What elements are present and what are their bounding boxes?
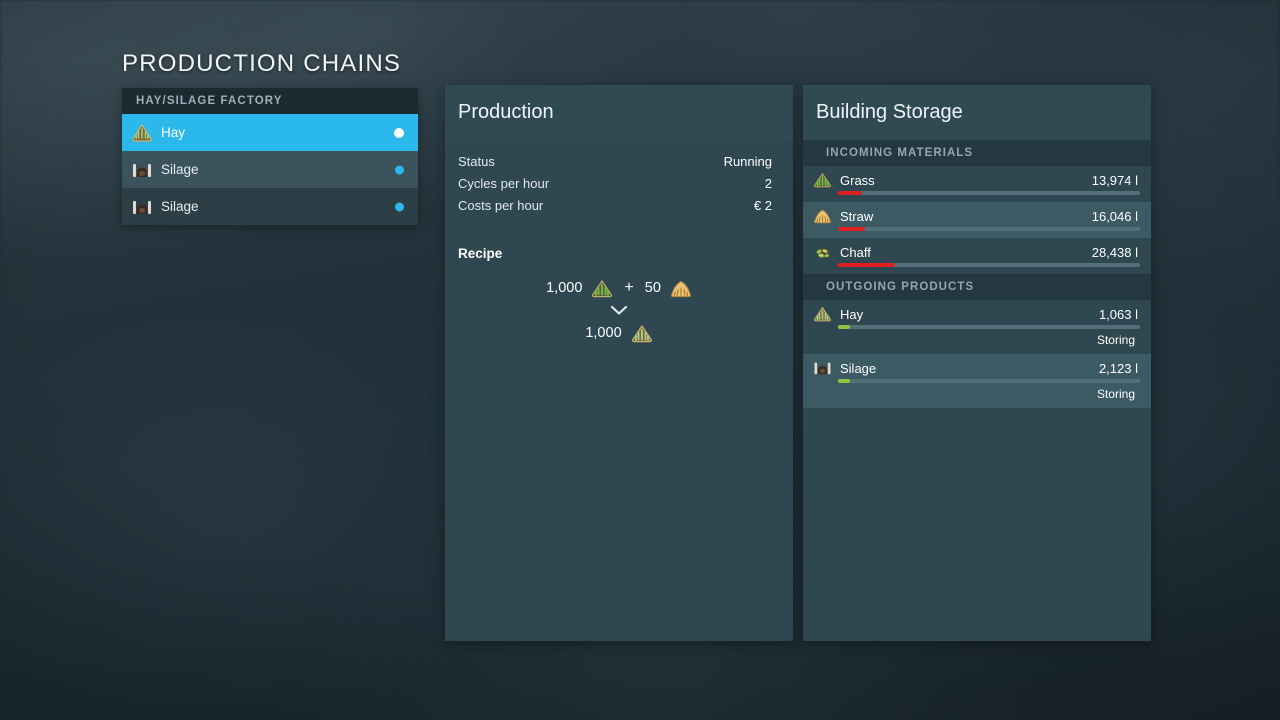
storage-row-name: Silage: [840, 360, 877, 376]
chain-list-item-label: Hay: [161, 125, 186, 140]
stat-row-costs-per-hour: Costs per hour € 2: [458, 194, 772, 216]
silage-icon: [813, 360, 832, 376]
status-dot: [394, 127, 404, 138]
chain-list-header: HAY/SILAGE FACTORY: [122, 88, 418, 114]
storage-row-value: 1,063 l: [1098, 306, 1138, 322]
status-dot: [395, 165, 404, 174]
production-chain-list: HAY/SILAGE FACTORY Hay Silage Silage: [122, 88, 418, 225]
grass-icon: [591, 279, 613, 298]
recipe-outputs: 1,000: [445, 320, 793, 346]
page-title: PRODUCTION CHAINS: [122, 50, 402, 77]
recipe-input-amount: 50: [644, 280, 661, 296]
chaff-icon: [813, 244, 832, 260]
hay-icon: [132, 123, 152, 142]
storage-row-chaff[interactable]: Chaff 28,438 l: [803, 238, 1151, 274]
storage-fill-bar: [838, 263, 1140, 267]
storage-row-status: Storing: [1096, 333, 1135, 347]
storage-fill-level: [838, 379, 851, 383]
storage-fill-level: [838, 227, 866, 231]
stat-label: Cycles per hour: [458, 175, 550, 191]
storage-row-hay[interactable]: Hay 1,063 l Storing: [803, 300, 1151, 354]
hay-icon: [813, 306, 832, 322]
storage-fill-level: [838, 263, 896, 267]
section-header-incoming-materials: INCOMING MATERIALS: [803, 140, 1151, 166]
storage-row-value: 16,046 l: [1091, 208, 1138, 224]
storage-fill-bar: [838, 325, 1140, 329]
straw-icon: [813, 208, 832, 224]
chevron-down-icon: [445, 305, 793, 316]
recipe-inputs: 1,000 + 50: [445, 275, 793, 301]
chain-list-item-hay[interactable]: Hay: [122, 114, 418, 151]
storage-panel-title: Building Storage: [803, 85, 1151, 140]
straw-icon: [670, 279, 692, 298]
storage-row-silage[interactable]: Silage 2,123 l Storing: [803, 354, 1151, 408]
stat-label: Status: [458, 153, 495, 169]
stat-row-status: Status Running: [458, 150, 772, 172]
chain-list-item-label: Silage: [161, 162, 199, 177]
stat-value: € 2: [753, 197, 772, 213]
storage-row-status: Storing: [1096, 387, 1135, 401]
storage-row-name: Grass: [840, 172, 875, 188]
recipe-plus-sign: +: [624, 279, 634, 296]
storage-row-straw[interactable]: Straw 16,046 l: [803, 202, 1151, 238]
storage-fill-level: [838, 191, 863, 195]
recipe-input-amount: 1,000: [546, 280, 583, 296]
production-panel-title: Production: [445, 85, 793, 140]
chain-list-item-silage-1[interactable]: Silage: [122, 151, 418, 188]
silage-icon: [132, 161, 152, 179]
recipe-body: 1,000 + 50 1,000: [445, 275, 793, 346]
stat-label: Costs per hour: [458, 197, 544, 213]
chain-list-item-silage-2[interactable]: Silage: [122, 188, 418, 225]
stat-value: Running: [723, 153, 772, 169]
recipe-heading: Recipe: [458, 246, 503, 261]
status-dot: [395, 202, 404, 211]
storage-row-value: 13,974 l: [1091, 172, 1138, 188]
building-storage-panel: Building Storage INCOMING MATERIALS Gras…: [803, 85, 1151, 641]
stat-value: 2: [764, 175, 772, 191]
stat-row-cycles-per-hour: Cycles per hour 2: [458, 172, 772, 194]
storage-row-value: 2,123 l: [1098, 360, 1138, 376]
storage-row-name: Chaff: [840, 244, 871, 260]
hay-icon: [631, 324, 653, 343]
storage-row-name: Straw: [840, 208, 874, 224]
storage-fill-bar: [838, 227, 1140, 231]
silage-icon: [132, 198, 152, 216]
storage-row-name: Hay: [840, 306, 864, 322]
storage-row-value: 28,438 l: [1091, 244, 1138, 260]
storage-fill-level: [838, 325, 851, 329]
section-header-outgoing-products: OUTGOING PRODUCTS: [803, 274, 1151, 300]
storage-row-grass[interactable]: Grass 13,974 l: [803, 166, 1151, 202]
production-panel: Production Status Running Cycles per hou…: [445, 85, 793, 641]
recipe-output-amount: 1,000: [585, 325, 622, 341]
grass-icon: [813, 172, 832, 188]
storage-fill-bar: [838, 379, 1140, 383]
production-stats: Status Running Cycles per hour 2 Costs p…: [445, 140, 793, 216]
storage-fill-bar: [838, 191, 1140, 195]
chain-list-item-label: Silage: [161, 199, 199, 214]
